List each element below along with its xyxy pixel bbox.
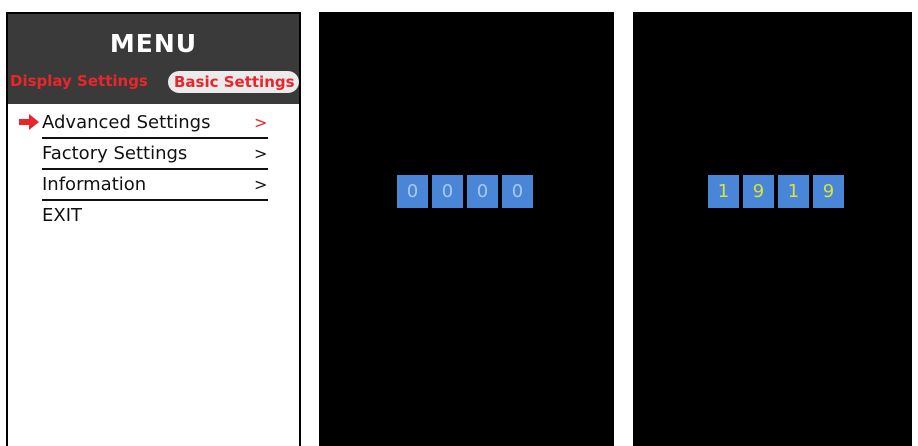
tab-display-settings[interactable]: Display Settings: [10, 72, 148, 90]
menu-item-label: EXIT: [42, 205, 83, 226]
menu-item-advanced-settings[interactable]: Advanced Settings >: [8, 112, 299, 142]
tab-basic-settings[interactable]: Basic Settings: [168, 71, 299, 93]
pin-code-row: 1 9 1 9: [708, 175, 844, 208]
chevron-right-icon: >: [254, 144, 268, 163]
pin-digit-4[interactable]: 0: [502, 175, 533, 208]
menu-item-information[interactable]: Information >: [8, 174, 299, 204]
chevron-right-icon: >: [254, 175, 268, 194]
menu-title: MENU: [109, 29, 198, 58]
pin-digit-3[interactable]: 0: [467, 175, 498, 208]
pin-digit-4[interactable]: 9: [813, 175, 844, 208]
menu-item-exit[interactable]: EXIT: [8, 205, 299, 235]
pin-entry-screen-empty: 0 0 0 0: [319, 12, 614, 446]
pin-digit-1[interactable]: 0: [397, 175, 428, 208]
menu-item-label: Advanced Settings: [42, 112, 211, 133]
arrow-right-icon: [19, 114, 39, 130]
pin-digit-2[interactable]: 0: [432, 175, 463, 208]
menu-item-factory-settings[interactable]: Factory Settings >: [8, 143, 299, 173]
menu-item-label: Factory Settings: [42, 143, 188, 164]
pin-code-row: 0 0 0 0: [397, 175, 533, 208]
menu-divider: [42, 168, 268, 170]
menu-divider: [42, 137, 268, 139]
menu-header: MENU Display Settings Basic Settings: [8, 14, 299, 104]
pin-digit-1[interactable]: 1: [708, 175, 739, 208]
pin-digit-2[interactable]: 9: [743, 175, 774, 208]
pin-entry-screen-filled: 1 9 1 9: [633, 12, 912, 446]
menu-screen: MENU Display Settings Basic Settings Adv…: [6, 12, 301, 446]
chevron-right-icon: >: [254, 113, 268, 132]
menu-divider: [42, 199, 268, 201]
pin-digit-3[interactable]: 1: [778, 175, 809, 208]
menu-item-label: Information: [42, 174, 147, 195]
